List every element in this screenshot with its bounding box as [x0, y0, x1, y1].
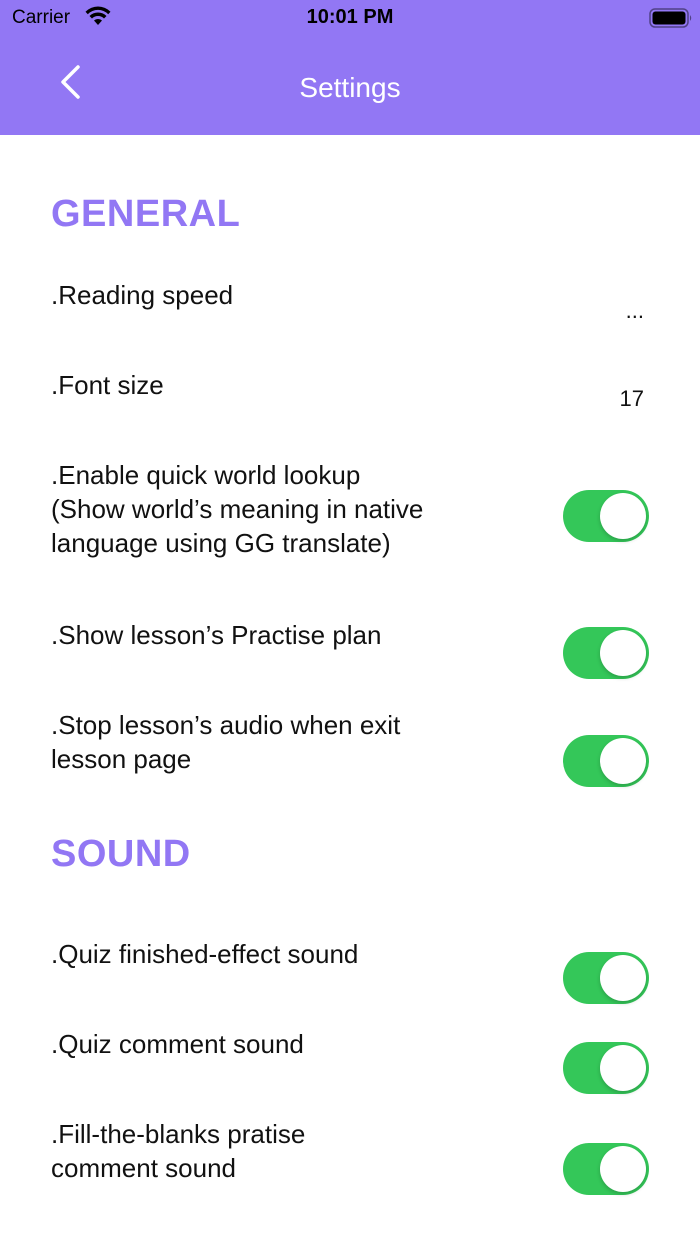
quick-lookup-toggle[interactable] [563, 490, 649, 542]
font-size-label: .Font size [51, 370, 164, 400]
navigation-header: Carrier 10:01 PM Settings [0, 0, 700, 135]
status-bar: Carrier 10:01 PM [0, 0, 700, 36]
toggle-knob [600, 738, 646, 784]
status-time: 10:01 PM [306, 6, 394, 28]
fill-blanks-sound-toggle[interactable] [563, 1143, 649, 1195]
quiz-comment-sound-toggle[interactable] [563, 1042, 649, 1094]
stop-audio-label-line-2: lesson page [51, 744, 192, 774]
quiz-comment-sound-label: .Quiz comment sound [51, 1029, 304, 1059]
quick-lookup-label: .Enable quick world lookup (Show world’s… [51, 458, 521, 560]
toggle-knob [600, 493, 646, 539]
practise-plan-label: .Show lesson’s Practise plan [51, 620, 382, 650]
stop-audio-label-line-1: .Stop lesson’s audio when exit [51, 710, 401, 740]
reading-speed-value[interactable]: ... [626, 298, 644, 324]
stop-audio-toggle[interactable] [563, 735, 649, 787]
quick-lookup-label-line-2: (Show world’s meaning in native [51, 494, 424, 524]
practise-plan-toggle[interactable] [563, 627, 649, 679]
toggle-knob [600, 1045, 646, 1091]
quick-lookup-label-line-3: language using GG translate) [51, 528, 391, 558]
toggle-knob [600, 1146, 646, 1192]
toggle-knob [600, 955, 646, 1001]
reading-speed-label: .Reading speed [51, 280, 234, 310]
section-header-general: GENERAL [51, 193, 241, 235]
toggle-knob [600, 630, 646, 676]
fill-blanks-sound-label-line-2: comment sound [51, 1153, 236, 1183]
quick-lookup-label-line-1: .Enable quick world lookup [51, 460, 361, 490]
quiz-finished-sound-toggle[interactable] [563, 952, 649, 1004]
page-title: Settings [299, 72, 401, 103]
fill-blanks-sound-label-line-1: .Fill-the-blanks pratise [51, 1119, 306, 1149]
section-header-sound: SOUND [51, 833, 191, 875]
battery-icon [649, 8, 693, 28]
fill-blanks-sound-label: .Fill-the-blanks pratise comment sound [51, 1117, 521, 1185]
quiz-finished-sound-label: .Quiz finished-effect sound [51, 939, 359, 969]
font-size-value[interactable]: 17 [620, 386, 644, 412]
stop-audio-label: .Stop lesson’s audio when exit lesson pa… [51, 708, 521, 776]
